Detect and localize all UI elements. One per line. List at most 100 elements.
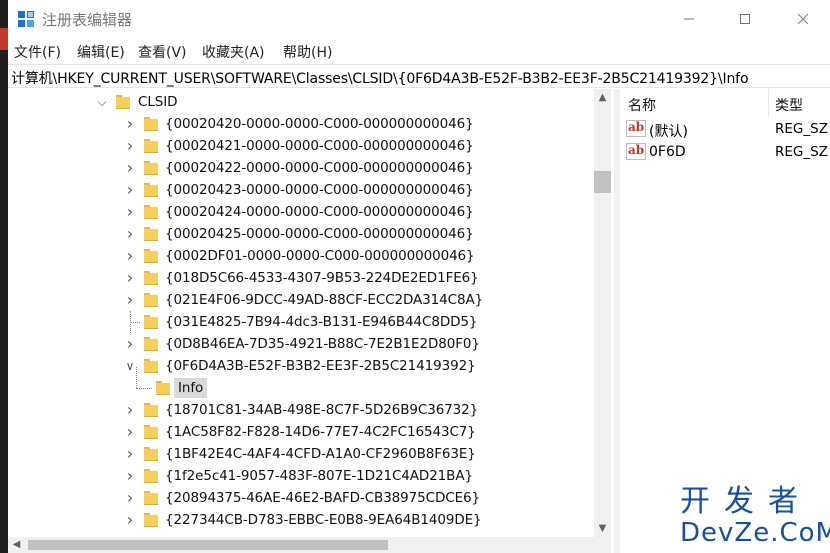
folder-icon: [144, 469, 158, 483]
chevron-right-icon[interactable]: ›: [124, 248, 136, 264]
tree-connector: [130, 311, 131, 333]
chevron-right-icon[interactable]: ›: [124, 446, 136, 462]
chevron-right-icon[interactable]: ›: [124, 160, 136, 176]
minimize-icon: [684, 18, 694, 20]
value-name: 0F6D: [649, 144, 686, 160]
column-divider[interactable]: [768, 89, 769, 117]
tree-item-key[interactable]: › {1BF42E4C-4AF4-4CFD-A1A0-CF2960B8F63E}: [8, 443, 598, 465]
address-bar[interactable]: 计算机\HKEY_CURRENT_USER\SOFTWARE\Classes\C…: [8, 64, 830, 88]
chevron-right-icon[interactable]: ›: [124, 424, 136, 440]
tree-item-key[interactable]: › {1f2e5c41-9057-483F-807E-1D21C4AD21BA}: [8, 465, 598, 487]
tree-vertical-scrollbar[interactable]: ▲ ▼: [594, 89, 611, 537]
chevron-right-icon[interactable]: ›: [124, 490, 136, 506]
chevron-right-icon[interactable]: ›: [124, 336, 136, 352]
folder-icon: [144, 337, 158, 351]
minimize-button[interactable]: [666, 0, 712, 38]
tree-item-key[interactable]: › {018D5C66-4533-4307-9B53-224DE2ED1FE6}: [8, 267, 598, 289]
tree-item-key[interactable]: › {0002DF01-0000-0000-C000-000000000046}: [8, 245, 598, 267]
scroll-thumb[interactable]: [28, 540, 388, 550]
tree-item-key[interactable]: ∨ {0F6D4A3B-E52F-B3B2-EE3F-2B5C21419392}: [8, 355, 598, 377]
menu-favorites[interactable]: 收藏夹(A): [202, 42, 265, 62]
close-button[interactable]: [780, 0, 826, 38]
tree-item-key[interactable]: › {18701C81-34AB-498E-8C7F-5D26B9C36732}: [8, 399, 598, 421]
folder-icon: [144, 491, 158, 505]
chevron-right-icon[interactable]: ›: [124, 468, 136, 484]
address-path[interactable]: 计算机\HKEY_CURRENT_USER\SOFTWARE\Classes\C…: [11, 68, 749, 88]
menu-edit[interactable]: 编辑(E): [77, 42, 125, 62]
watermark-en: DevZe.CoM: [680, 518, 830, 548]
scroll-down-arrow-icon[interactable]: ▼: [594, 520, 611, 537]
chevron-right-icon[interactable]: ›: [124, 512, 136, 528]
chevron-right-icon[interactable]: ›: [124, 138, 136, 154]
tree-item-key[interactable]: › {00020423-0000-0000-C000-000000000046}: [8, 179, 598, 201]
chevron-right-icon[interactable]: ›: [124, 292, 136, 308]
value-type: REG_SZ: [775, 121, 828, 137]
scroll-thumb[interactable]: [594, 171, 611, 193]
tree-item-key[interactable]: › {00020425-0000-0000-C000-000000000046}: [8, 223, 598, 245]
tree-item-label: {18701C81-34AB-498E-8C7F-5D26B9C36732}: [165, 402, 479, 418]
tree-item-label: {1BF42E4C-4AF4-4CFD-A1A0-CF2960B8F63E}: [165, 446, 476, 462]
chevron-down-icon[interactable]: ⌵: [96, 95, 108, 109]
chevron-right-icon[interactable]: ›: [124, 402, 136, 418]
key-tree-pane[interactable]: ⌵ CLSID › {00020420-0000-0000-C000-000000…: [8, 89, 614, 553]
tree-connector: [136, 367, 137, 388]
chevron-down-icon[interactable]: ∨: [124, 359, 136, 373]
tree-item-label: {00020420-0000-0000-C000-000000000046}: [165, 116, 474, 132]
tree-horizontal-scrollbar[interactable]: ◀: [8, 537, 611, 553]
background-window-accent: [0, 28, 8, 50]
folder-icon: [144, 205, 158, 219]
folder-icon: [144, 315, 158, 329]
scroll-up-arrow-icon[interactable]: ▲: [594, 89, 611, 106]
window-title: 注册表编辑器: [42, 11, 133, 29]
tree-item-key[interactable]: › {0D8B46EA-7D35-4921-B88C-7E2B1E2D80F0}: [8, 333, 598, 355]
tree-item-key[interactable]: › {00020422-0000-0000-C000-000000000046}: [8, 157, 598, 179]
background-window-edge: [0, 0, 8, 553]
chevron-right-icon[interactable]: ›: [124, 270, 136, 286]
menu-view[interactable]: 查看(V): [138, 42, 187, 62]
chevron-right-icon[interactable]: ›: [124, 226, 136, 242]
maximize-button[interactable]: [722, 0, 768, 38]
column-header-name[interactable]: 名称: [628, 95, 656, 115]
scroll-left-arrow-icon[interactable]: ◀: [8, 537, 25, 553]
value-row[interactable]: ab (默认) REG_SZ: [620, 118, 830, 140]
tree-item-label: {1f2e5c41-9057-483F-807E-1D21C4AD21BA}: [165, 468, 473, 484]
tree-item-label: CLSID: [138, 94, 178, 110]
folder-icon: [144, 227, 158, 241]
tree-item-key[interactable]: › {1AC58F82-F828-14D6-77E7-4C2FC16543C7}: [8, 421, 598, 443]
tree-item-label: {00020422-0000-0000-C000-000000000046}: [165, 160, 474, 176]
tree-item-label: {00020421-0000-0000-C000-000000000046}: [165, 138, 474, 154]
tree-item-label: {00020424-0000-0000-C000-000000000046}: [165, 204, 474, 220]
column-header-type[interactable]: 类型: [775, 95, 803, 115]
chevron-right-icon[interactable]: ›: [124, 204, 136, 220]
tree-item-key[interactable]: › {00020420-0000-0000-C000-000000000046}: [8, 113, 598, 135]
maximize-icon: [740, 14, 750, 24]
tree-item-label: {1AC58F82-F828-14D6-77E7-4C2FC16543C7}: [165, 424, 476, 440]
tree-item-key[interactable]: › {00020424-0000-0000-C000-000000000046}: [8, 201, 598, 223]
tree-item-key[interactable]: › {021E4F06-9DCC-49AD-88CF-ECC2DA314C8A}: [8, 289, 598, 311]
folder-icon: [144, 249, 158, 263]
tree-item-info[interactable]: Info: [8, 377, 598, 399]
tree-item-label: {0D8B46EA-7D35-4921-B88C-7E2B1E2D80F0}: [165, 336, 480, 352]
menu-bar: 文件(F) 编辑(E) 查看(V) 收藏夹(A) 帮助(H): [8, 38, 830, 64]
menu-file[interactable]: 文件(F): [14, 42, 61, 62]
folder-icon: [144, 183, 158, 197]
value-type: REG_SZ: [775, 144, 828, 160]
chevron-right-icon[interactable]: ›: [124, 182, 136, 198]
value-row[interactable]: ab 0F6D REG_SZ: [620, 141, 830, 163]
tree-item-label: {0F6D4A3B-E52F-B3B2-EE3F-2B5C21419392}: [165, 358, 476, 374]
watermark-cn: 开发者: [680, 484, 812, 519]
tree-item-clsid[interactable]: ⌵ CLSID: [8, 91, 598, 113]
tree-item-key[interactable]: {031E4825-7B94-4dc3-B131-E946B44C8DD5}: [8, 311, 598, 333]
folder-icon: [144, 293, 158, 307]
folder-open-icon: [156, 381, 170, 395]
tree-item-key[interactable]: › {00020421-0000-0000-C000-000000000046}: [8, 135, 598, 157]
folder-icon: [144, 139, 158, 153]
tree-item-key[interactable]: › {227344CB-D783-EBBC-E0B8-9EA64B1409DE}: [8, 509, 598, 531]
tree-item-label: {00020423-0000-0000-C000-000000000046}: [165, 182, 474, 198]
tree-item-key[interactable]: › {20894375-46AE-46E2-BAFD-CB38975CDCE6}: [8, 487, 598, 509]
tree-item-label: {227344CB-D783-EBBC-E0B8-9EA64B1409DE}: [165, 512, 482, 528]
tree-item-label: {021E4F06-9DCC-49AD-88CF-ECC2DA314C8A}: [165, 292, 484, 308]
chevron-right-icon[interactable]: ›: [124, 116, 136, 132]
menu-help[interactable]: 帮助(H): [283, 42, 332, 62]
tree-item-label: {20894375-46AE-46E2-BAFD-CB38975CDCE6}: [165, 490, 480, 506]
